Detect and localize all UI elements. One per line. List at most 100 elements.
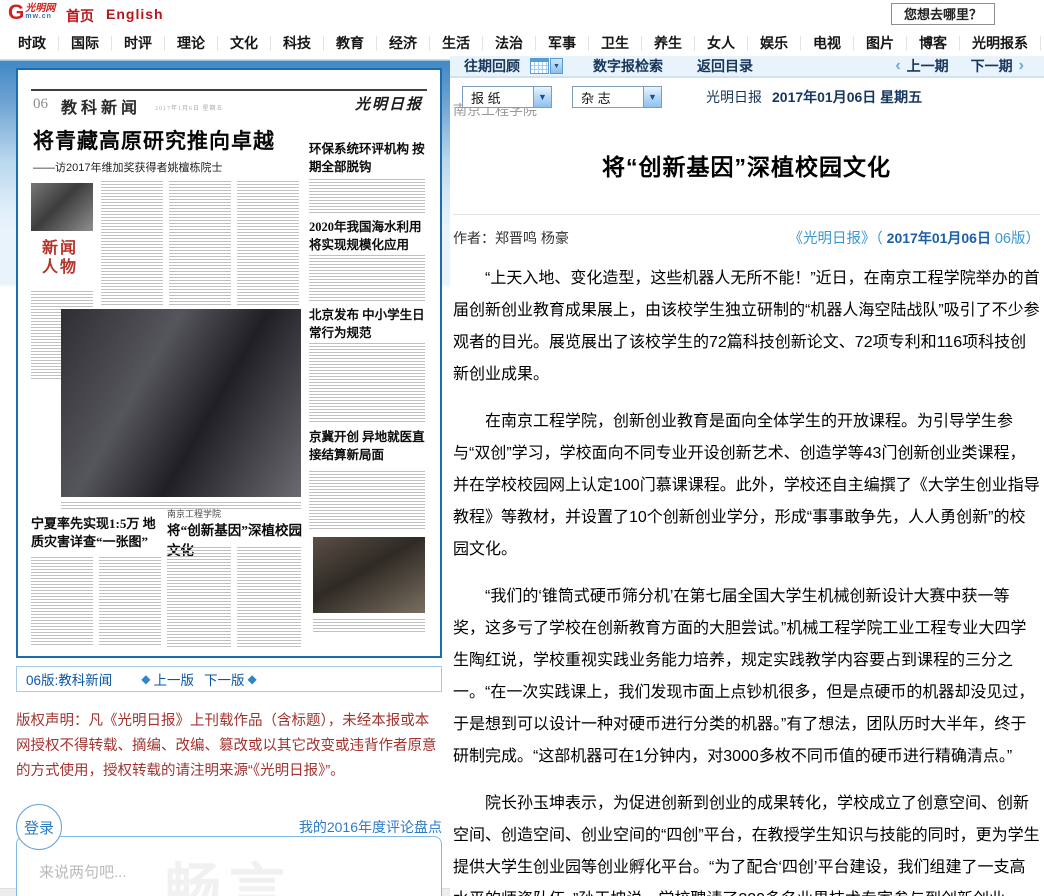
- prev-issue-link[interactable]: 上一期: [907, 56, 949, 76]
- thumb-text-column: [309, 343, 425, 423]
- thumb-side-headline-4: 京冀开创 异地就医直接结算新局面: [309, 429, 427, 464]
- gmw-logo[interactable]: G 光明网 mw.cn: [8, 3, 55, 23]
- article-paragraph: “我们的‘锥筒式硬币筛分机’在第七届全国大学生机械创新设计大赛中获一等奖，这多亏…: [453, 581, 1040, 773]
- issue-date: 2017年01月06日 星期五: [772, 87, 922, 107]
- chevron-right-icon: ›: [1019, 57, 1024, 75]
- calendar-dropdown-icon: ▼: [550, 58, 563, 74]
- calendar-icon: [530, 58, 549, 74]
- thumb-side-headline-1: 环保系统环评机构 按期全部脱钩: [309, 141, 427, 176]
- thumb-main-subhead: ——访2017年维加奖获得者姚檀栋院士: [33, 159, 222, 175]
- magazine-select[interactable]: 杂 志 ▼: [572, 86, 662, 108]
- thumb-brand: 光明日报: [355, 93, 423, 114]
- nav-item-guoji[interactable]: 国际: [58, 36, 111, 51]
- nav-item-jiaoyu[interactable]: 教育: [323, 36, 376, 51]
- thumb-text-column: [309, 471, 425, 531]
- login-button[interactable]: 登录: [16, 804, 62, 850]
- byline-row: 作者：郑晋鸣 杨豪 《光明日报》（ 2017年01月06日 06版）: [453, 214, 1040, 248]
- thumb-text-column: [101, 181, 163, 307]
- nav-item-shenghuo[interactable]: 生活: [429, 36, 482, 51]
- article-paragraph: “上天入地、变化造型，这些机器人无所不能！”近日，在南京工程学院举办的首届创新创…: [453, 263, 1040, 391]
- nav-item-shizheng[interactable]: 时政: [6, 36, 58, 51]
- article-title: 将“创新基因”深植校园文化: [453, 148, 1040, 182]
- nav-item-nvren[interactable]: 女人: [694, 36, 747, 51]
- comment-input[interactable]: [39, 861, 339, 896]
- my-2016-comments-link[interactable]: 我的2016年度评论盘点: [299, 817, 442, 837]
- nav-item-wenhua[interactable]: 文化: [217, 36, 270, 51]
- next-page-link[interactable]: 下一版: [204, 669, 245, 689]
- nav-item-junshi[interactable]: 军事: [535, 36, 588, 51]
- calendar-picker[interactable]: ▼: [530, 58, 563, 74]
- thumb-text-column: [237, 547, 301, 647]
- newspaper-page-preview[interactable]: 06 教科新闻 2017年1月6日 星期五 光明日报 将青藏高原研究推向卓越 —…: [16, 68, 442, 658]
- nav-item-shiping[interactable]: 时评: [111, 36, 164, 51]
- copyright-notice: 版权声明：凡《光明日报》上刊载作品（含标题），未经本报或本网授权不得转载、摘编、…: [16, 709, 442, 784]
- thumb-news-person-label: 新闻人物: [39, 239, 81, 277]
- nav-item-dianshi[interactable]: 电视: [800, 36, 853, 51]
- nav-item-keji[interactable]: 科技: [270, 36, 323, 51]
- thumb-text-column: [309, 179, 425, 213]
- thumb-side-headline-3: 北京发布 中小学生日常行为规范: [309, 307, 427, 342]
- search-input[interactable]: [891, 3, 995, 25]
- thumb-text-column: [167, 547, 231, 647]
- source-date: 2017年01月06日: [887, 230, 991, 246]
- logo-g: G: [8, 3, 24, 23]
- chevron-down-icon: ▼: [533, 87, 551, 107]
- nav-item-baoxi[interactable]: 光明报系: [959, 36, 1040, 51]
- source-page: 06版）: [995, 231, 1040, 247]
- thumb-photo-weaving: [61, 309, 301, 497]
- nav-item-yangsheng[interactable]: 养生: [641, 36, 694, 51]
- source-name: 《光明日报》（: [789, 231, 883, 247]
- thumb-text-column: [31, 557, 93, 645]
- thumb-section-name: 教科新闻: [61, 94, 141, 118]
- logo-suffix: mw.cn: [25, 13, 55, 21]
- digital-search-link[interactable]: 数字报检索: [593, 56, 663, 76]
- prev-page-link[interactable]: 上一版: [154, 669, 195, 689]
- chevron-left-icon: ‹: [895, 57, 900, 75]
- article-body: “上天入地、变化造型，这些机器人无所不能！”近日，在南京工程学院举办的首届创新创…: [453, 263, 1040, 896]
- thumb-text-column: [309, 255, 425, 301]
- article-area: 南京工程学院 将“创新基因”深植校园文化 作者：郑晋鸣 杨豪 《光明日报》（ 2…: [450, 78, 1044, 896]
- thumb-text-column: [169, 181, 231, 307]
- nav-item-boke[interactable]: 博客: [906, 36, 959, 51]
- thumb-photo-caption: [313, 619, 425, 633]
- paper-select[interactable]: 报 纸 ▼: [462, 86, 552, 108]
- past-issues-link[interactable]: 往期回顾: [464, 56, 520, 76]
- thumb-headline-ningxia: 宁夏率先实现1:5万 地质灾害详查“一张图”: [31, 515, 163, 550]
- thumb-side-headline-2: 2020年我国海水利用 将实现规模化应用: [309, 219, 427, 254]
- article-paragraph: 院长孙玉坤表示，为促进创新到创业的成果转化，学校成立了创意空间、创新空间、创造空…: [453, 788, 1040, 896]
- nav-item-jingji[interactable]: 经济: [376, 36, 429, 51]
- site-header: G 光明网 mw.cn 首页 English: [0, 0, 1044, 28]
- english-link[interactable]: English: [106, 6, 164, 22]
- article-paragraph: 在南京工程学院，创新创业教育是面向全体学生的开放课程。为引导学生参与“双创”学习…: [453, 406, 1040, 566]
- nav-item-more[interactable]: 更多»: [1040, 36, 1044, 51]
- nav-item-tupian[interactable]: 图片: [853, 36, 906, 51]
- comment-box: 畅言: [16, 836, 442, 896]
- diamond-right-icon: ◆: [248, 672, 257, 686]
- page-nav-bar: 06版:教科新闻 ◆ 上一版 下一版 ◆: [16, 666, 442, 692]
- diamond-left-icon: ◆: [141, 672, 150, 686]
- newspaper-scan: 06 教科新闻 2017年1月6日 星期五 光明日报 将青藏高原研究推向卓越 —…: [27, 79, 431, 649]
- next-issue-link[interactable]: 下一期: [971, 56, 1013, 76]
- article-author: 作者：郑晋鸣 杨豪: [453, 228, 569, 248]
- nav-item-weisheng[interactable]: 卫生: [588, 36, 641, 51]
- thumb-photo-students: [313, 537, 425, 613]
- magazine-select-value: 杂 志: [581, 88, 611, 107]
- thumb-text-column: [99, 557, 161, 645]
- home-link[interactable]: 首页: [66, 6, 94, 26]
- logo-script: 光明网: [25, 5, 55, 13]
- nav-item-lilun[interactable]: 理论: [164, 36, 217, 51]
- nav-item-fazhi[interactable]: 法治: [482, 36, 535, 51]
- thumb-page-number: 06: [33, 96, 48, 113]
- thumb-dateline: 2017年1月6日 星期五: [155, 103, 224, 112]
- chevron-down-icon: ▼: [643, 87, 661, 107]
- left-column: 06 教科新闻 2017年1月6日 星期五 光明日报 将青藏高原研究推向卓越 —…: [16, 68, 442, 896]
- back-to-contents-link[interactable]: 返回目录: [697, 56, 753, 76]
- paper-select-value: 报 纸: [471, 88, 501, 107]
- right-column: 报 纸 ▼ 杂 志 ▼ 光明日报 2017年01月06日 星期五 往期回顾 ▼ …: [450, 56, 1044, 896]
- thumb-text-column: [237, 181, 299, 307]
- current-page-label: 06版:教科新闻: [26, 669, 112, 689]
- nav-item-yule[interactable]: 娱乐: [747, 36, 800, 51]
- paper-name: 光明日报: [706, 87, 762, 107]
- article-source: 《光明日报》（ 2017年01月06日 06版）: [789, 227, 1040, 248]
- thumb-photo-portrait: [31, 183, 93, 231]
